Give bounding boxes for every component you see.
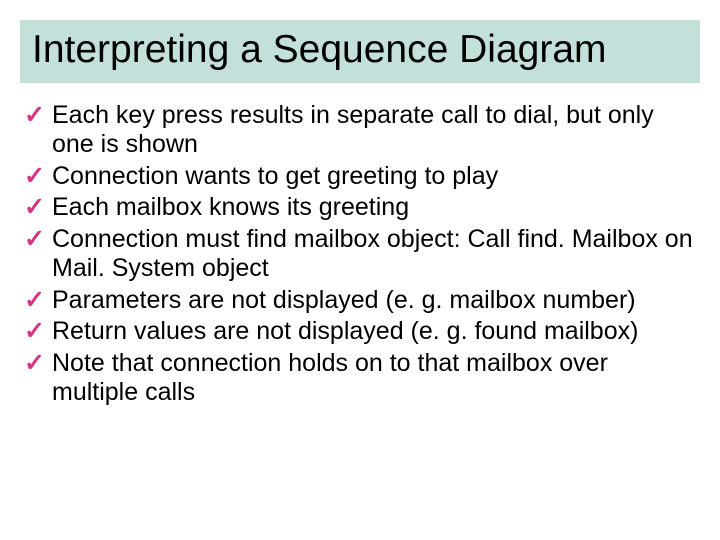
bullet-list: ✓ Each key press results in separate cal… [20,101,700,408]
slide: Interpreting a Sequence Diagram ✓ Each k… [0,0,720,540]
check-icon: ✓ [24,101,45,131]
bullet-text: Return values are not displayed (e. g. f… [52,317,638,345]
bullet-text: Note that connection holds on to that ma… [52,349,608,407]
list-item: ✓ Each key press results in separate cal… [24,101,696,160]
list-item: ✓ Connection must find mailbox object: C… [24,225,696,284]
bullet-text: Connection must find mailbox object: Cal… [52,225,693,283]
bullet-text: Each mailbox knows its greeting [52,193,409,221]
title-box: Interpreting a Sequence Diagram [20,20,700,83]
list-item: ✓ Return values are not displayed (e. g.… [24,317,696,347]
slide-title: Interpreting a Sequence Diagram [32,28,688,73]
check-icon: ✓ [24,317,45,347]
list-item: ✓ Each mailbox knows its greeting [24,193,696,223]
bullet-text: Each key press results in separate call … [52,101,654,159]
list-item: ✓ Parameters are not displayed (e. g. ma… [24,286,696,316]
check-icon: ✓ [24,225,45,255]
bullet-text: Connection wants to get greeting to play [52,162,498,190]
list-item: ✓ Note that connection holds on to that … [24,349,696,408]
bullet-text: Parameters are not displayed (e. g. mail… [52,286,636,314]
check-icon: ✓ [24,162,45,192]
list-item: ✓ Connection wants to get greeting to pl… [24,162,696,192]
check-icon: ✓ [24,286,45,316]
check-icon: ✓ [24,349,45,379]
check-icon: ✓ [24,193,45,223]
